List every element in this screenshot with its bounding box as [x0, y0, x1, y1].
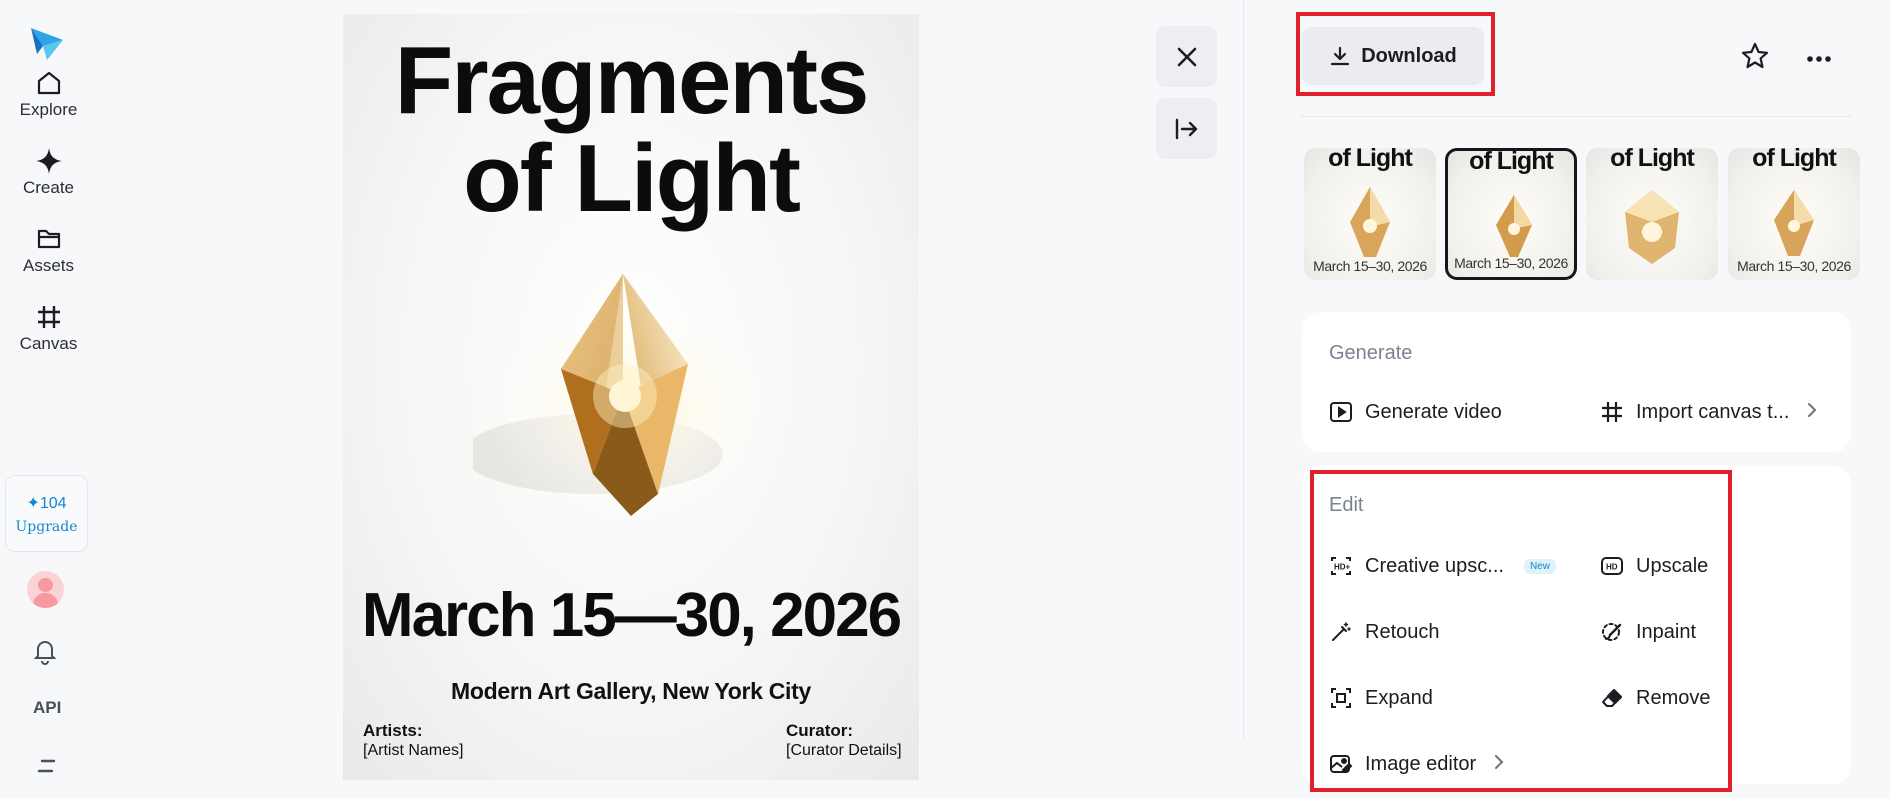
play-icon — [1329, 400, 1353, 424]
app-logo[interactable] — [29, 24, 65, 62]
nav-assets[interactable]: Assets — [0, 224, 97, 276]
close-icon — [1177, 47, 1196, 66]
generate-video-label: Generate video — [1365, 400, 1502, 423]
frame-icon — [1600, 400, 1624, 424]
import-canvas-label: Import canvas t... — [1636, 400, 1790, 423]
home-icon — [34, 68, 64, 98]
credit-count: ✦104 — [26, 494, 67, 512]
poster-date: March 15—30, 2026 — [361, 581, 902, 650]
bell-icon[interactable] — [30, 636, 60, 671]
crystal-gem-illustration — [473, 274, 773, 524]
variation-thumbnail[interactable]: of Light March 15–30, 2026 — [1728, 148, 1860, 280]
avatar[interactable] — [27, 571, 64, 608]
arrow-to-right-icon — [1175, 118, 1197, 139]
more-options-icon[interactable] — [1806, 50, 1832, 68]
variation-thumbnail[interactable]: of Light March 15–30, 2026 — [1304, 148, 1436, 280]
variation-thumbnail[interactable]: of Light — [1586, 148, 1718, 280]
generated-poster-image: Fragments of Light March 15—30, 2026 Mod… — [343, 14, 919, 780]
edit-highlight-box — [1310, 470, 1732, 792]
header-divider — [1300, 116, 1851, 117]
poster-title: Fragments of Light — [394, 27, 870, 232]
app-root: Explore Create Assets Canvas ✦104 Upgrad… — [0, 0, 1890, 798]
generate-heading: Generate — [1329, 342, 1413, 364]
close-button[interactable] — [1156, 26, 1217, 87]
generate-card: Generate Generate video Import canvas t.… — [1302, 312, 1851, 452]
api-link[interactable]: API — [33, 698, 61, 718]
nav-explore-label: Explore — [19, 100, 78, 119]
nav-canvas[interactable]: Canvas — [0, 302, 97, 354]
left-sidebar: Explore Create Assets Canvas ✦104 Upgrad… — [0, 0, 97, 798]
nav-explore[interactable]: Explore — [0, 68, 97, 120]
download-highlight-box — [1296, 12, 1495, 96]
credits-upgrade-box[interactable]: ✦104 Upgrade — [5, 475, 88, 552]
menu-icon[interactable] — [36, 758, 58, 779]
poster-venue: Modern Art Gallery, New York City — [451, 678, 811, 704]
nav-assets-label: Assets — [22, 256, 75, 275]
poster-curator-label: Curator: — [786, 721, 854, 740]
import-canvas-button[interactable]: Import canvas t... — [1600, 400, 1817, 424]
star-icon[interactable] — [1740, 41, 1770, 76]
nav-create-label: Create — [22, 178, 75, 197]
folder-icon — [34, 224, 64, 254]
poster-curator-value: [Curator Details] — [786, 742, 902, 759]
nav-create[interactable]: Create — [0, 146, 97, 198]
generate-video-button[interactable]: Generate video — [1329, 400, 1502, 424]
upgrade-link[interactable]: Upgrade — [15, 519, 77, 535]
poster-artists-value: [Artist Names] — [363, 742, 464, 759]
variation-thumbnail-selected[interactable]: of Light March 15–30, 2026 — [1445, 148, 1577, 280]
chevron-right-icon — [1807, 401, 1817, 424]
poster-artists-label: Artists: — [363, 721, 423, 740]
panel-divider — [1243, 0, 1244, 740]
collapse-panel-button[interactable] — [1156, 98, 1217, 159]
frame-icon — [34, 302, 64, 332]
sparkle-icon — [34, 146, 64, 176]
nav-canvas-label: Canvas — [19, 334, 78, 353]
